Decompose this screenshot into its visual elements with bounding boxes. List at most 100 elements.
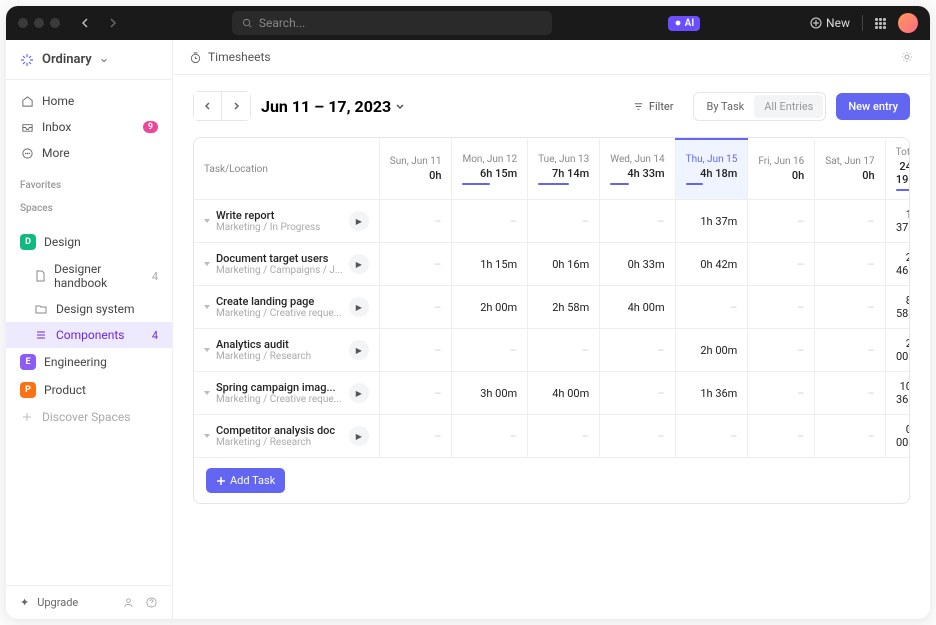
list-designer-handbook[interactable]: Designer handbook 4 (6, 256, 172, 296)
new-button[interactable]: New (810, 16, 850, 30)
sidebar-item-inbox[interactable]: Inbox 9 (6, 114, 172, 140)
time-cell[interactable]: – (600, 372, 675, 415)
time-cell[interactable]: – (748, 372, 815, 415)
ai-badge[interactable]: AI (668, 16, 701, 31)
time-cell[interactable]: 1h 37m (675, 200, 748, 243)
task-name[interactable]: Spring campaign imag... (216, 381, 343, 394)
time-cell[interactable]: 2h 00m (452, 286, 528, 329)
task-name[interactable]: Analytics audit (216, 338, 343, 351)
maximize-window[interactable] (50, 18, 60, 28)
expand-icon[interactable] (204, 391, 210, 395)
time-cell[interactable]: – (528, 415, 600, 458)
time-cell[interactable]: – (675, 286, 748, 329)
space-product[interactable]: P Product (6, 376, 172, 404)
time-cell[interactable]: – (675, 415, 748, 458)
task-name[interactable]: Create landing page (216, 295, 343, 308)
task-name[interactable]: Write report (216, 209, 343, 222)
expand-icon[interactable] (204, 219, 210, 223)
date-range-picker[interactable]: Jun 11 – 17, 2023 (261, 97, 405, 116)
search-input[interactable]: Search... (232, 11, 552, 35)
sidebar-item-more[interactable]: More (6, 140, 172, 166)
time-cell[interactable]: 4h 00m (528, 372, 600, 415)
time-cell[interactable]: – (815, 200, 885, 243)
time-cell[interactable]: – (815, 286, 885, 329)
expand-icon[interactable] (204, 262, 210, 266)
time-cell[interactable]: 0h 33m (600, 243, 675, 286)
time-cell[interactable]: – (748, 415, 815, 458)
add-task-button[interactable]: Add Task (206, 468, 285, 493)
time-cell[interactable]: 2h 58m (528, 286, 600, 329)
time-cell[interactable]: – (748, 286, 815, 329)
workspace-switcher[interactable]: Ordinary (6, 40, 172, 80)
list-design-system[interactable]: Design system (6, 296, 172, 322)
col-day: Mon, Jun 126h 15m (452, 139, 528, 200)
tab-all-entries[interactable]: All Entries (754, 95, 823, 118)
sparkle-icon: ✦ (20, 596, 29, 609)
discover-spaces[interactable]: Discover Spaces (6, 404, 172, 430)
play-button[interactable]: ▶ (349, 211, 369, 231)
time-cell[interactable]: – (600, 200, 675, 243)
time-cell[interactable]: – (815, 415, 885, 458)
play-button[interactable]: ▶ (349, 297, 369, 317)
time-cell[interactable]: 4h 00m (600, 286, 675, 329)
user-icon[interactable] (122, 596, 135, 609)
time-cell[interactable]: – (815, 329, 885, 372)
minimize-window[interactable] (34, 18, 44, 28)
time-cell[interactable]: – (379, 415, 452, 458)
help-icon[interactable] (145, 596, 158, 609)
upgrade-button[interactable]: Upgrade (37, 596, 78, 609)
time-cell[interactable]: – (452, 415, 528, 458)
settings-button[interactable] (900, 50, 914, 64)
new-entry-button[interactable]: New entry (836, 93, 910, 120)
time-cell[interactable]: – (379, 243, 452, 286)
time-cell[interactable]: – (379, 372, 452, 415)
back-button[interactable] (76, 13, 96, 33)
expand-icon[interactable] (204, 305, 210, 309)
time-cell[interactable]: – (379, 200, 452, 243)
time-cell[interactable]: – (748, 329, 815, 372)
time-cell[interactable]: 0h 16m (528, 243, 600, 286)
task-name[interactable]: Competitor analysis doc (216, 424, 343, 437)
time-cell[interactable]: – (815, 372, 885, 415)
time-cell[interactable]: – (379, 286, 452, 329)
avatar[interactable] (898, 13, 918, 33)
play-button[interactable]: ▶ (349, 340, 369, 360)
prev-week-button[interactable] (194, 92, 222, 120)
play-button[interactable]: ▶ (349, 383, 369, 403)
expand-icon[interactable] (204, 348, 210, 352)
forward-button[interactable] (102, 13, 122, 33)
app-window: Search... AI New Ordinary (6, 6, 930, 619)
time-cell[interactable]: – (748, 200, 815, 243)
play-button[interactable]: ▶ (349, 426, 369, 446)
chevron-down-icon (395, 101, 405, 111)
expand-icon[interactable] (204, 434, 210, 438)
time-cell[interactable]: 1h 15m (452, 243, 528, 286)
time-cell[interactable]: 0h 42m (675, 243, 748, 286)
list-label: Design system (56, 302, 135, 316)
time-cell[interactable]: – (600, 415, 675, 458)
time-cell[interactable]: 1h 36m (675, 372, 748, 415)
time-cell[interactable]: – (452, 329, 528, 372)
time-cell[interactable]: – (600, 329, 675, 372)
time-cell[interactable]: – (528, 329, 600, 372)
filter-button[interactable]: Filter (623, 94, 684, 119)
time-cell[interactable]: – (748, 243, 815, 286)
time-cell[interactable]: – (815, 243, 885, 286)
play-button[interactable]: ▶ (349, 254, 369, 274)
time-cell[interactable]: – (379, 329, 452, 372)
close-window[interactable] (18, 18, 28, 28)
task-name[interactable]: Document target users (216, 252, 343, 265)
time-cell[interactable]: 2h 00m (675, 329, 748, 372)
tab-by-task[interactable]: By Task (696, 95, 754, 118)
time-cell[interactable]: 3h 00m (452, 372, 528, 415)
sidebar-item-label: Home (42, 94, 74, 108)
sidebar-item-home[interactable]: Home (6, 88, 172, 114)
space-design[interactable]: D Design (6, 228, 172, 256)
time-cell[interactable]: – (528, 200, 600, 243)
next-week-button[interactable] (222, 92, 250, 120)
apps-icon[interactable] (875, 18, 886, 29)
sidebar-item-label: Inbox (42, 120, 71, 134)
space-engineering[interactable]: E Engineering (6, 348, 172, 376)
time-cell[interactable]: – (452, 200, 528, 243)
list-components[interactable]: Components 4 (6, 322, 172, 348)
